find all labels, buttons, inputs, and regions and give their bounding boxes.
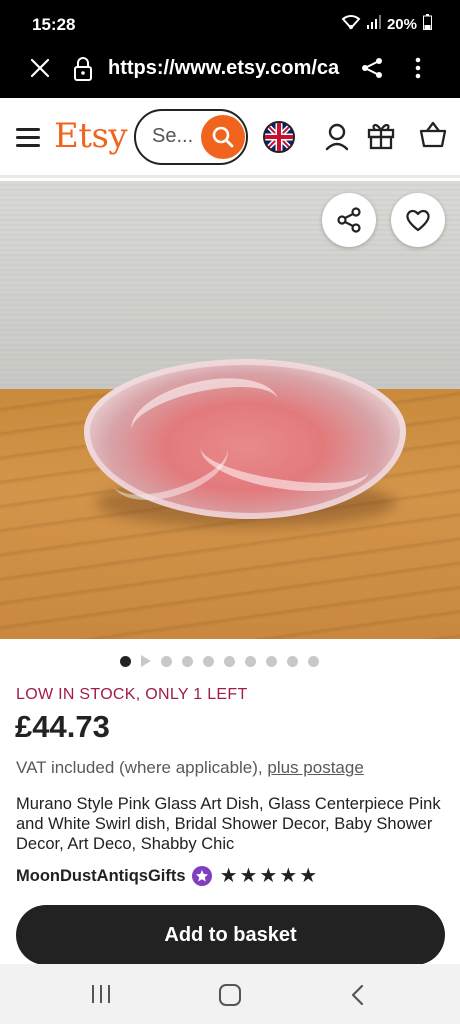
close-icon[interactable] bbox=[28, 56, 52, 80]
site-header: Etsy Se... bbox=[0, 98, 460, 178]
carousel-dot[interactable] bbox=[245, 655, 256, 667]
plus-postage-link[interactable]: plus postage bbox=[267, 758, 363, 777]
product-image[interactable] bbox=[0, 181, 460, 639]
shop-name[interactable]: MoonDustAntiqsGifts bbox=[16, 867, 186, 886]
carousel-indicator[interactable] bbox=[120, 654, 319, 668]
uk-flag-icon[interactable] bbox=[263, 121, 295, 153]
lock-icon[interactable] bbox=[72, 56, 96, 82]
account-icon[interactable] bbox=[324, 122, 350, 152]
battery-percent: 20% bbox=[386, 15, 417, 33]
share-icon bbox=[337, 207, 361, 233]
browser-url-bar: https://www.etsy.com/ca bbox=[0, 48, 460, 98]
star-seller-badge-icon bbox=[191, 866, 212, 886]
etsy-logo[interactable]: Etsy bbox=[54, 116, 128, 156]
vat-info: VAT included (where applicable), plus po… bbox=[16, 758, 364, 778]
basket-icon[interactable] bbox=[418, 120, 448, 150]
more-vert-icon[interactable] bbox=[410, 56, 426, 82]
price: £44.73 bbox=[15, 709, 110, 744]
stock-notice: LOW IN STOCK, ONLY 1 LEFT bbox=[16, 686, 248, 703]
product-title: Murano Style Pink Glass Art Dish, Glass … bbox=[16, 795, 441, 853]
carousel-dot[interactable] bbox=[287, 655, 298, 667]
video-play-icon[interactable] bbox=[141, 655, 151, 667]
status-time: 15:28 bbox=[32, 15, 76, 34]
system-nav-bar bbox=[0, 964, 460, 1024]
carousel-dot[interactable] bbox=[182, 655, 193, 667]
recent-apps-icon[interactable] bbox=[90, 984, 112, 1004]
search-input[interactable]: Se... bbox=[134, 109, 248, 165]
search-button[interactable] bbox=[201, 115, 245, 159]
share-button[interactable] bbox=[322, 193, 376, 247]
gift-icon[interactable] bbox=[366, 120, 396, 150]
carousel-dot[interactable] bbox=[120, 655, 131, 667]
rating-stars: ★★★★★ bbox=[219, 865, 320, 887]
status-indicators: 20% bbox=[341, 14, 432, 34]
status-bar: 15:28 20% bbox=[0, 0, 460, 48]
search-placeholder: Se... bbox=[152, 125, 194, 147]
wifi-icon bbox=[341, 14, 361, 34]
carousel-dot[interactable] bbox=[161, 655, 172, 667]
heart-icon bbox=[406, 209, 430, 232]
carousel-dot[interactable] bbox=[266, 655, 277, 667]
add-to-basket-button[interactable]: Add to basket bbox=[16, 905, 445, 965]
battery-icon bbox=[423, 14, 432, 34]
carousel-dot[interactable] bbox=[203, 655, 214, 667]
search-icon bbox=[212, 126, 234, 148]
carousel-dot[interactable] bbox=[308, 655, 319, 667]
shop-row[interactable]: MoonDustAntiqsGifts ★★★★★ bbox=[16, 866, 319, 886]
menu-icon[interactable] bbox=[16, 128, 40, 148]
carousel-dot[interactable] bbox=[224, 655, 235, 667]
url-text[interactable]: https://www.etsy.com/ca bbox=[108, 57, 344, 80]
share-icon[interactable] bbox=[360, 56, 386, 82]
signal-icon bbox=[366, 15, 381, 33]
home-icon[interactable] bbox=[219, 984, 241, 1006]
favorite-button[interactable] bbox=[391, 193, 445, 247]
back-icon[interactable] bbox=[350, 984, 364, 1006]
vat-text: VAT included (where applicable), bbox=[16, 758, 263, 777]
